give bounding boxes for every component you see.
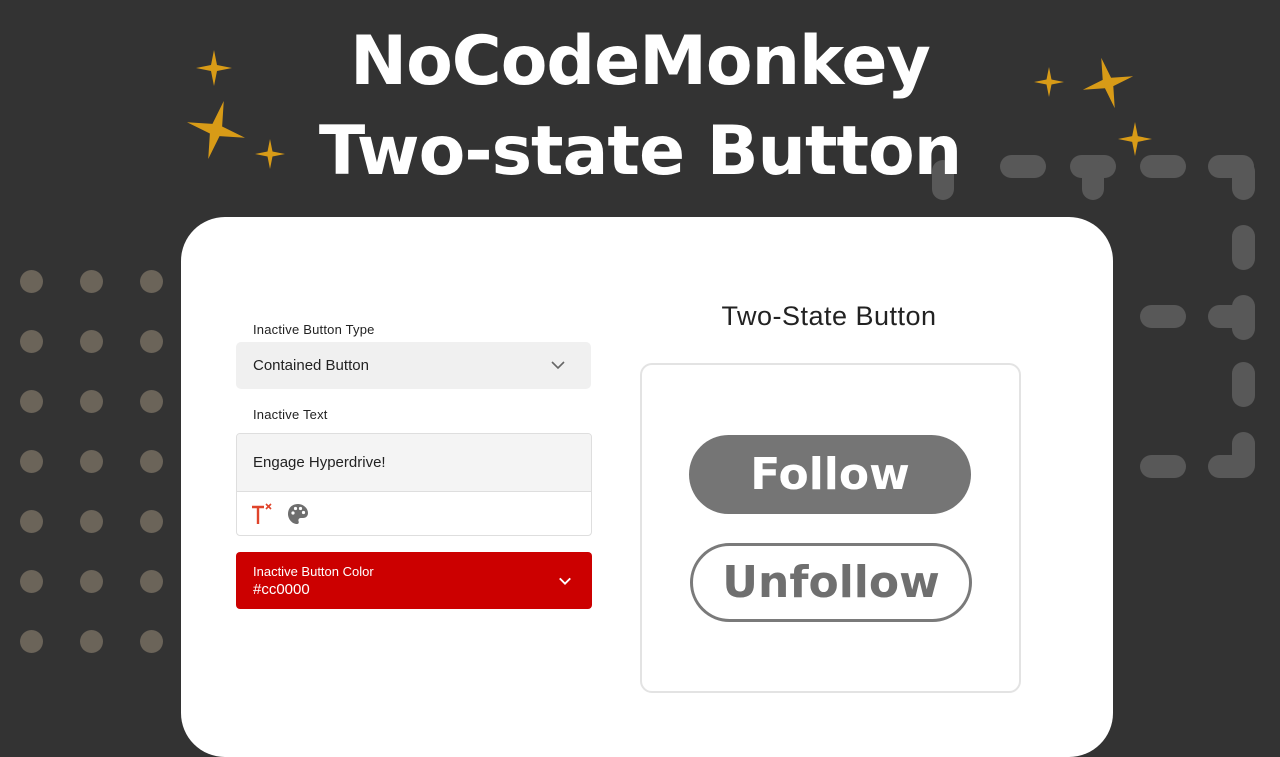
settings-card: Inactive Button Type Contained Button In… (181, 217, 1113, 757)
inactive-text-label: Inactive Text (253, 407, 328, 422)
inactive-color-value: #cc0000 (253, 581, 310, 598)
palette-icon[interactable] (286, 502, 310, 526)
inactive-text-value: Engage Hyperdrive! (253, 454, 386, 471)
follow-button[interactable]: Follow (689, 435, 971, 514)
page-title-line-1: NoCodeMonkey (350, 22, 931, 101)
unfollow-button[interactable]: Unfollow (690, 543, 972, 622)
chevron-down-icon (559, 577, 571, 585)
button-type-value: Contained Button (253, 357, 369, 374)
inactive-text-field: Engage Hyperdrive! (236, 433, 592, 536)
chevron-down-icon (551, 361, 565, 370)
button-type-select[interactable]: Contained Button (236, 342, 591, 389)
inactive-color-label: Inactive Button Color (253, 564, 374, 579)
inactive-color-select[interactable]: Inactive Button Color #cc0000 (236, 552, 592, 609)
button-type-label: Inactive Button Type (253, 322, 375, 337)
preview-panel: Follow Unfollow (640, 363, 1021, 693)
inactive-text-input[interactable]: Engage Hyperdrive! (237, 434, 591, 492)
page-title-line-2: Two-state Button (318, 112, 962, 191)
text-format-icon[interactable] (249, 502, 273, 526)
preview-title: Two-State Button (721, 301, 937, 331)
